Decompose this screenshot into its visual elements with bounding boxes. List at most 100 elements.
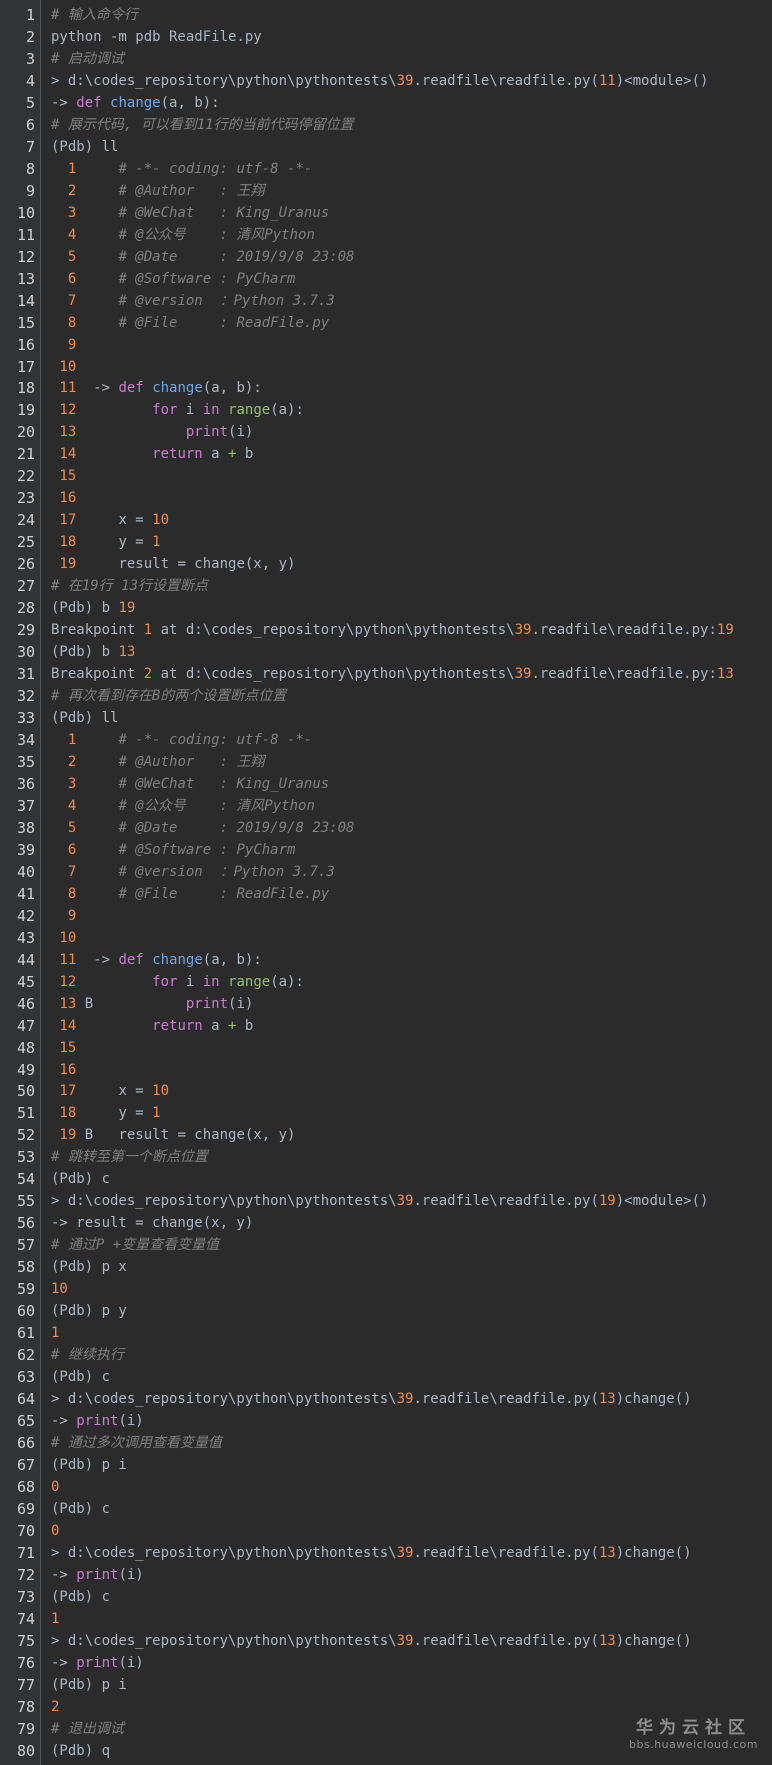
code-token-kw: def (76, 94, 102, 111)
line-number: 21 (16, 445, 35, 464)
code-line: 16 9 (0, 335, 772, 357)
line-number: 15 (16, 313, 35, 332)
code-token-plain: (Pdb) b (51, 644, 119, 661)
code-token-plain: y = (76, 1105, 153, 1122)
line-number: 57 (16, 1236, 35, 1255)
code-token-plain: python -m pdb ReadFile.py (51, 28, 262, 45)
code-token-num: 15 (51, 1039, 77, 1056)
code-token-plain: (i) (118, 1566, 144, 1583)
code-token-builtin: range (228, 973, 271, 990)
code-token-num: 13 (51, 995, 77, 1012)
watermark-title: 华为云社区 (636, 1718, 751, 1738)
code-text: # 展示代码, 可以看到11行的当前代码停留位置 (51, 115, 354, 137)
code-line: 46 13 B print(i) (0, 994, 772, 1016)
code-token-plain: (Pdb) ll (51, 138, 119, 155)
line-number: 78 (16, 1697, 35, 1716)
code-line: 18 11 -> def change(a, b): (0, 378, 772, 400)
code-token-comment: # @公众号 : 清风Python (118, 226, 315, 243)
code-line: 70 0 (0, 1521, 772, 1543)
code-text: 4 # @公众号 : 清风Python (51, 796, 315, 818)
code-token-num: 3 (51, 775, 77, 792)
line-number: 12 (16, 247, 35, 266)
line-number: 14 (16, 291, 35, 310)
code-text: 12 for i in range(a): (51, 400, 304, 422)
line-number: 80 (16, 1741, 35, 1760)
code-token-num: 13 (716, 666, 734, 683)
code-line: 19 12 for i in range(a): (0, 400, 772, 422)
code-text: -> result = change(x, y) (51, 1213, 253, 1235)
code-token-num: 18 (51, 534, 77, 551)
line-number: 44 (16, 950, 35, 969)
code-token-kw: in (202, 973, 220, 990)
code-text: # 再次看到存在B的两个设置断点位置 (51, 686, 286, 708)
code-token-plain: .readfile\readfile.py( (413, 1544, 599, 1561)
code-token-num: 18 (51, 1105, 77, 1122)
code-token-num: 2 (51, 182, 77, 199)
code-line: 75 > d:\codes_repository\python\pythontes… (0, 1631, 772, 1653)
code-token-plain: y = (76, 534, 153, 551)
code-line: 66 # 通过多次调用查看变量值 (0, 1433, 772, 1455)
code-token-num: 39 (396, 1544, 414, 1561)
line-number: 76 (16, 1653, 35, 1672)
line-number: 56 (16, 1214, 35, 1233)
code-text: (Pdb) p i (51, 1675, 127, 1697)
code-text: 8 # @File : ReadFile.py (51, 313, 329, 335)
code-line: 64 > d:\codes_repository\python\pythontes… (0, 1389, 772, 1411)
line-number: 41 (16, 884, 35, 903)
code-token-num: 2 (51, 1698, 60, 1715)
line-number: 52 (16, 1126, 35, 1145)
code-line: 36 3 # @WeChat : King_Uranus (0, 774, 772, 796)
code-token-comment: # @Date : 2019/9/8 23:08 (118, 248, 355, 265)
code-token-fn: change (152, 380, 203, 397)
code-token-plain: (Pdb) p i (51, 1456, 127, 1473)
code-text: # 输入命令行 (51, 5, 138, 27)
code-text: 9 (51, 335, 76, 357)
code-line: 52 19 B result = change(x, y) (0, 1125, 772, 1147)
code-line: 72 -> print(i) (0, 1565, 772, 1587)
code-line: 59 10 (0, 1279, 772, 1301)
code-line: 12 5 # @Date : 2019/9/8 23:08 (0, 247, 772, 269)
line-number: 75 (16, 1631, 35, 1650)
code-line: 34 1 # -*- coding: utf-8 -*- (0, 730, 772, 752)
line-number: 18 (16, 379, 35, 398)
code-token-num: 13 (598, 1391, 616, 1408)
code-token-num: 1 (51, 1325, 60, 1342)
code-line: 7 (Pdb) ll (0, 137, 772, 159)
line-number: 26 (16, 555, 35, 574)
code-token-plain: (Pdb) c (51, 1369, 111, 1386)
code-token-num: 10 (152, 512, 170, 529)
code-token-num: 11 (598, 72, 616, 89)
code-token-num: 10 (51, 929, 77, 946)
code-token-num: 1 (152, 1105, 161, 1122)
code-line: 48 15 (0, 1038, 772, 1060)
code-token-num: 1 (51, 731, 77, 748)
code-token-plain: (Pdb) c (51, 1500, 111, 1517)
code-text: # 退出调试 (51, 1719, 124, 1741)
code-token-comment: # 再次看到存在B的两个设置断点位置 (51, 688, 287, 705)
code-text: -> print(i) (51, 1411, 144, 1433)
code-token-num: 9 (51, 336, 77, 353)
code-text: 10 (51, 928, 76, 950)
code-text: 18 y = 1 (51, 532, 160, 554)
code-line: 11 4 # @公众号 : 清风Python (0, 225, 772, 247)
line-number: 23 (16, 489, 35, 508)
line-number: 38 (16, 818, 35, 837)
code-line: 17 10 (0, 357, 772, 379)
code-line: 47 14 return a + b (0, 1016, 772, 1038)
code-token-comment: # 继续执行 (51, 1347, 124, 1364)
line-number: 6 (25, 115, 35, 134)
code-token-num: 17 (51, 1083, 77, 1100)
line-number: 28 (16, 599, 35, 618)
code-token-num: 6 (51, 270, 77, 287)
line-number: 63 (16, 1368, 35, 1387)
code-token-num: 7 (51, 863, 77, 880)
